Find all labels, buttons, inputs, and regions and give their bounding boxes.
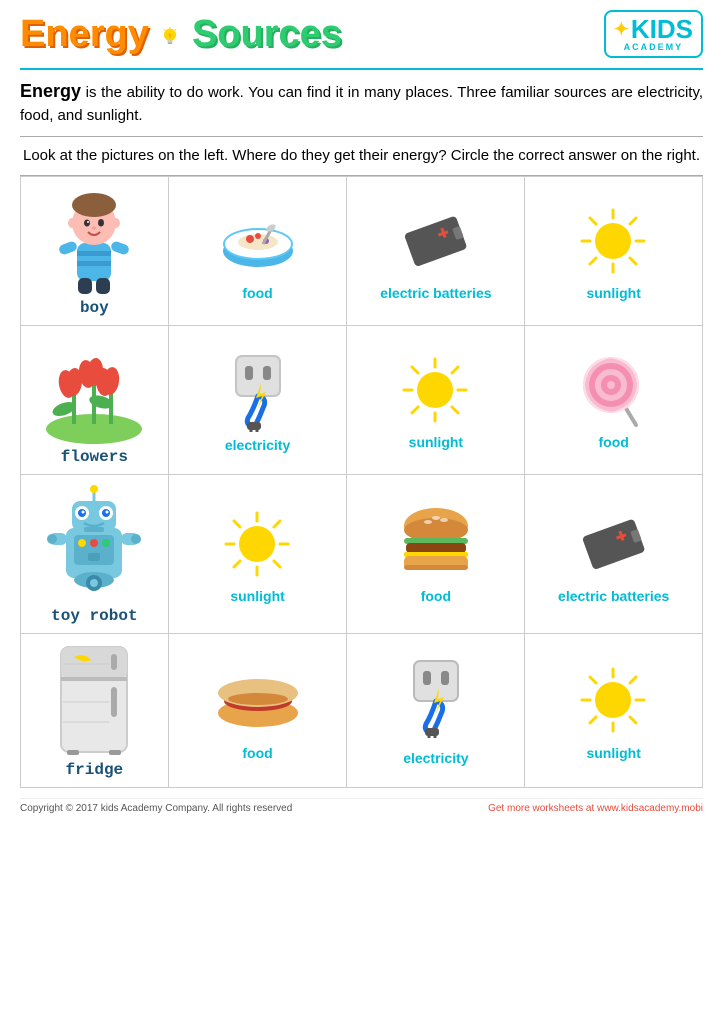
intro-body: is the ability to do work. You can find … [20, 84, 703, 124]
answer-label-sun-2: sunlight [351, 434, 520, 450]
sun-icon-1 [529, 201, 698, 281]
logo-academy: ACADEMY [624, 42, 684, 52]
answer-cell-food-2[interactable]: food [525, 326, 703, 475]
battery-icon-3 [529, 504, 698, 584]
answer-label-food-3: food [351, 588, 520, 604]
subject-label-fridge: fridge [25, 761, 164, 779]
logo: ✦ KIDS ACADEMY [604, 10, 703, 58]
plug-icon-2 [351, 656, 520, 746]
answer-cell-food-3[interactable]: food [347, 475, 525, 634]
title-sources: Sources [192, 13, 342, 55]
page: Energy Sources ✦ KIDS AC [0, 0, 723, 834]
subject-cell-flowers: flowers [21, 326, 169, 475]
title: Energy Sources [20, 13, 342, 56]
answer-label-battery-3: electric batteries [529, 588, 698, 604]
intro-text: Energy is the ability to do work. You ca… [20, 68, 703, 128]
sun-icon-2 [351, 350, 520, 430]
answer-label-sun-1: sunlight [529, 285, 698, 301]
logo-star-icon: ✦ [614, 19, 629, 40]
energy-grid: boy [20, 176, 703, 788]
plug-icon-1 [173, 348, 343, 433]
flowers-icon [25, 334, 164, 444]
table-row: boy [21, 177, 703, 326]
answer-cell-sun-4[interactable]: sunlight [525, 634, 703, 788]
intro-bold: Energy [20, 81, 81, 101]
instruction: Look at the pictures on the left. Where … [20, 136, 703, 177]
subject-cell-boy: boy [21, 177, 169, 326]
sun-icon-3 [173, 504, 343, 584]
answer-cell-electricity-4[interactable]: electricity [347, 634, 525, 788]
sun-icon-4 [529, 661, 698, 741]
subject-cell-robot: toy robot [21, 475, 169, 634]
lollipop-icon [529, 350, 698, 430]
footer: Copyright © 2017 kids Academy Company. A… [20, 798, 703, 814]
answer-cell-battery-3[interactable]: electric batteries [525, 475, 703, 634]
subject-cell-fridge: fridge [21, 634, 169, 788]
boy-icon [25, 185, 164, 295]
header: Energy Sources ✦ KIDS AC [20, 10, 703, 58]
hotdog-icon [173, 661, 343, 741]
subject-label-robot: toy robot [25, 607, 164, 625]
lightbulb-icon [159, 27, 181, 49]
answer-label-food-2: food [529, 434, 698, 450]
answer-label-electricity-2: electricity [173, 437, 343, 453]
logo-kids: KIDS [631, 16, 693, 42]
copyright-text: Copyright © 2017 kids Academy Company. A… [20, 803, 292, 814]
battery-icon-1 [351, 201, 520, 281]
answer-label-electricity-4: electricity [351, 750, 520, 766]
cta-text: Get more worksheets at www.kidsacademy.m… [488, 803, 703, 814]
answer-cell-sun-1[interactable]: sunlight [525, 177, 703, 326]
answer-label-food-4: food [173, 745, 343, 761]
title-energy: Energy [20, 13, 149, 55]
burger-icon [351, 504, 520, 584]
subject-label-flowers: flowers [25, 448, 164, 466]
answer-label-battery-1: electric batteries [351, 285, 520, 301]
answer-cell-food-4[interactable]: food [168, 634, 347, 788]
robot-icon [25, 483, 164, 603]
answer-cell-food-1[interactable]: food [168, 177, 347, 326]
table-row: flowers [21, 326, 703, 475]
table-row: toy robot [21, 475, 703, 634]
answer-label-sun-4: sunlight [529, 745, 698, 761]
answer-label-food-1: food [173, 285, 343, 301]
subject-label-boy: boy [25, 299, 164, 317]
answer-cell-battery-1[interactable]: electric batteries [347, 177, 525, 326]
table-row: fridge [21, 634, 703, 788]
answer-label-sun-3: sunlight [173, 588, 343, 604]
food-bowl-icon [173, 201, 343, 281]
answer-cell-sun-3[interactable]: sunlight [168, 475, 347, 634]
answer-cell-electricity-2[interactable]: electricity [168, 326, 347, 475]
fridge-icon [25, 642, 164, 757]
answer-cell-sun-2[interactable]: sunlight [347, 326, 525, 475]
